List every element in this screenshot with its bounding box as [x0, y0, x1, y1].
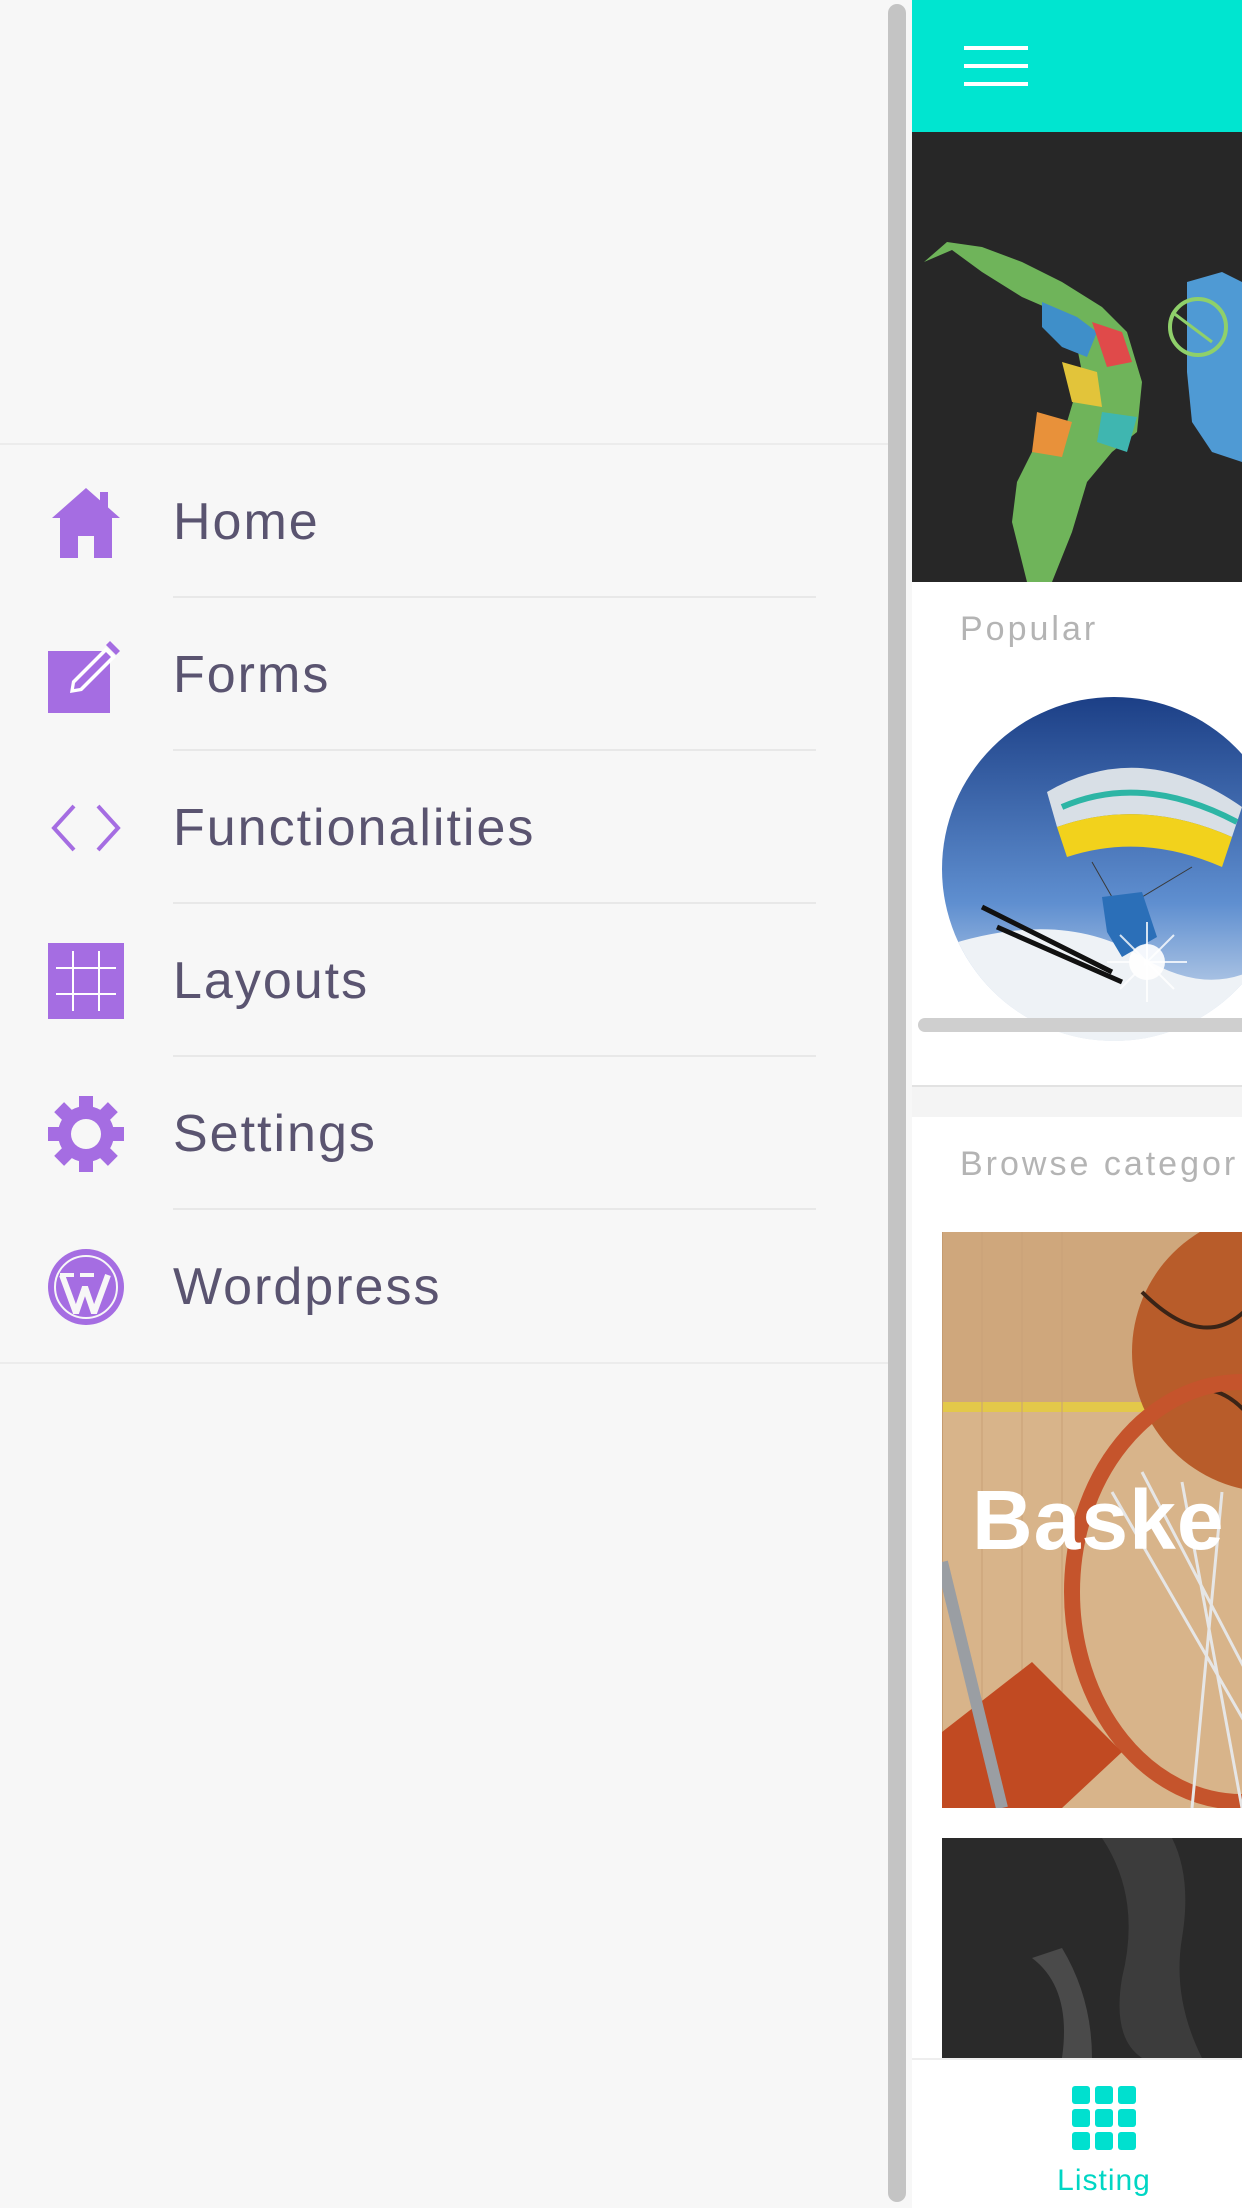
menu-item-label: Forms [173, 646, 331, 704]
menu-scrollbar[interactable] [888, 4, 906, 2202]
browse-categories-title: Browse categor [960, 1145, 1239, 1183]
edit-icon [48, 637, 124, 713]
grid-icon [48, 943, 124, 1019]
popular-section-title: Popular [960, 610, 1099, 648]
menu-item-home[interactable]: Home [0, 445, 888, 598]
category-card-basketball[interactable]: Baske [942, 1232, 1242, 1808]
popular-item-image[interactable] [942, 697, 1242, 1041]
home-icon [48, 484, 124, 560]
code-icon [48, 790, 124, 866]
menu-item-label: Functionalities [173, 799, 536, 857]
grid-icon [1072, 2086, 1136, 2154]
main-content: Popular Browse categor Baske Listing [912, 0, 1242, 2208]
category-label: Baske [972, 1473, 1225, 1567]
menu-item-label: Home [173, 493, 320, 551]
menu-item-label: Settings [173, 1105, 377, 1163]
menu-list: Home Forms Functionalities Layouts Setti… [0, 443, 888, 1364]
hamburger-menu-icon[interactable] [964, 46, 1028, 86]
wordpress-icon [48, 1249, 124, 1325]
category-card-secondary[interactable] [942, 1838, 1242, 2058]
menu-item-functionalities[interactable]: Functionalities [0, 751, 888, 904]
section-gap [912, 1087, 1242, 1117]
menu-item-layouts[interactable]: Layouts [0, 904, 888, 1057]
app-screen: Home Forms Functionalities Layouts Setti… [0, 0, 1242, 2208]
top-bar [912, 0, 1242, 132]
bottom-navigation: Listing [912, 2058, 1242, 2208]
menu-item-settings[interactable]: Settings [0, 1057, 888, 1210]
menu-item-forms[interactable]: Forms [0, 598, 888, 751]
hero-banner-image [912, 132, 1242, 582]
menu-item-label: Wordpress [173, 1258, 442, 1316]
side-menu: Home Forms Functionalities Layouts Setti… [0, 0, 888, 2208]
tab-label: Listing [1057, 2164, 1151, 2197]
menu-header-area [0, 0, 888, 443]
tab-listing[interactable]: Listing [1057, 2086, 1150, 2197]
menu-item-wordpress[interactable]: Wordpress [0, 1210, 888, 1363]
gear-icon [48, 1096, 124, 1172]
popular-horizontal-scrollbar[interactable] [918, 1018, 1242, 1032]
menu-item-label: Layouts [173, 952, 370, 1010]
